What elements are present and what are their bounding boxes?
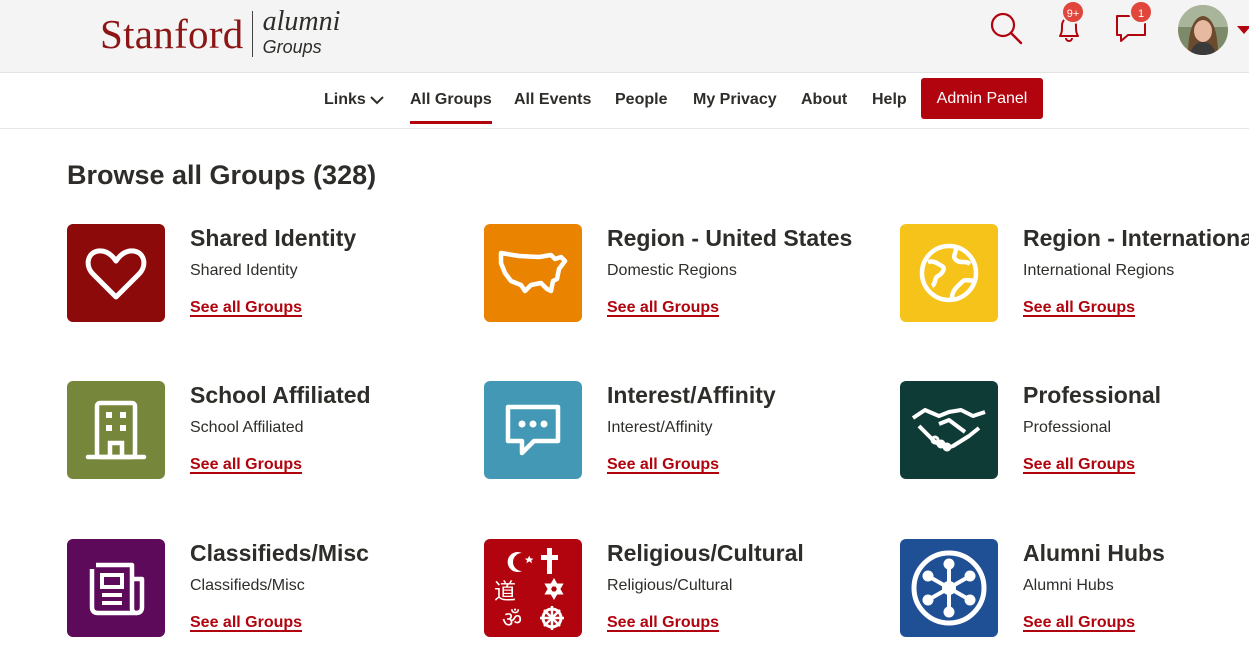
category-card: Region - United States Domestic Regions … (484, 224, 884, 324)
see-all-groups-link[interactable]: See all Groups (1023, 299, 1135, 317)
see-all-groups-link[interactable]: See all Groups (607, 299, 719, 317)
admin-panel-button[interactable]: Admin Panel (921, 78, 1043, 119)
logo-alumni: alumni (262, 6, 341, 37)
category-title: Region - International (1023, 225, 1249, 251)
page-title: Browse all Groups (328) (67, 160, 377, 190)
category-subtitle: Shared Identity (190, 262, 298, 279)
logo-subtitle: alumni Groups (262, 6, 341, 57)
category-title: Shared Identity (190, 225, 357, 251)
category-title: Alumni Hubs (1023, 540, 1165, 566)
category-card: School Affiliated School Affiliated See … (67, 381, 467, 481)
category-card: Shared Identity Shared Identity See all … (67, 224, 467, 324)
category-subtitle: Alumni Hubs (1023, 577, 1114, 594)
top-header: Stanford alumni Groups 9+ 1 (0, 0, 1249, 73)
search-icon[interactable] (988, 10, 1024, 46)
category-subtitle: Interest/Affinity (607, 419, 713, 436)
category-card: Classifieds/Misc Classifieds/Misc See al… (67, 539, 467, 639)
chat-bubble-icon[interactable] (484, 381, 582, 479)
religious-symbols-icon[interactable]: 道 ॐ (484, 539, 582, 637)
building-icon[interactable] (67, 381, 165, 479)
logo-wordmark: Stanford (100, 11, 244, 57)
category-title: Region - United States (607, 225, 853, 251)
main-nav: Links All Groups All Events People My Pr… (0, 73, 1249, 129)
heart-icon[interactable] (67, 224, 165, 322)
category-card: Professional Professional See all Groups (900, 381, 1249, 481)
messages-badge: 1 (1129, 0, 1153, 24)
category-title: Professional (1023, 382, 1162, 408)
stanford-alumni-logo[interactable]: Stanford alumni Groups (100, 6, 340, 62)
category-subtitle: International Regions (1023, 262, 1175, 279)
see-all-groups-link[interactable]: See all Groups (190, 299, 302, 317)
category-title: Interest/Affinity (607, 382, 776, 408)
see-all-groups-link[interactable]: See all Groups (190, 456, 302, 474)
logo-groups: Groups (262, 37, 322, 57)
nav-help[interactable]: Help (872, 91, 907, 109)
chevron-down-icon (370, 96, 384, 105)
svg-text:道: 道 (494, 580, 516, 605)
nav-my-privacy[interactable]: My Privacy (693, 91, 777, 109)
account-menu-caret-icon[interactable] (1237, 26, 1249, 34)
handshake-icon[interactable] (900, 381, 998, 479)
nav-about[interactable]: About (801, 91, 847, 109)
category-title: Classifieds/Misc (190, 540, 369, 566)
svg-text:ॐ: ॐ (502, 608, 522, 633)
newspaper-icon[interactable] (67, 539, 165, 637)
user-avatar[interactable] (1178, 5, 1228, 55)
category-card: Region - International International Reg… (900, 224, 1249, 324)
see-all-groups-link[interactable]: See all Groups (1023, 456, 1135, 474)
nav-all-groups[interactable]: All Groups (410, 91, 492, 124)
globe-icon[interactable] (900, 224, 998, 322)
see-all-groups-link[interactable]: See all Groups (607, 614, 719, 632)
category-card: Interest/Affinity Interest/Affinity See … (484, 381, 884, 481)
category-title: School Affiliated (190, 382, 371, 408)
usa-map-icon[interactable] (484, 224, 582, 322)
category-title: Religious/Cultural (607, 540, 804, 566)
category-card: Alumni Hubs Alumni Hubs See all Groups (900, 539, 1249, 639)
nav-links-label: Links (324, 91, 366, 108)
category-subtitle: Religious/Cultural (607, 577, 733, 594)
nav-links[interactable]: Links (324, 91, 384, 109)
notifications-badge: 9+ (1061, 0, 1085, 24)
see-all-groups-link[interactable]: See all Groups (607, 456, 719, 474)
category-subtitle: Classifieds/Misc (190, 577, 305, 594)
nav-people[interactable]: People (615, 91, 667, 109)
category-card: 道 ॐ Religious/Cultural Religious/Cultura… (484, 539, 884, 639)
see-all-groups-link[interactable]: See all Groups (1023, 614, 1135, 632)
hub-icon[interactable] (900, 539, 998, 637)
category-subtitle: Professional (1023, 419, 1112, 436)
nav-all-events[interactable]: All Events (514, 91, 591, 109)
see-all-groups-link[interactable]: See all Groups (190, 614, 302, 632)
category-subtitle: Domestic Regions (607, 262, 737, 279)
category-subtitle: School Affiliated (190, 419, 304, 436)
logo-divider (251, 11, 253, 57)
